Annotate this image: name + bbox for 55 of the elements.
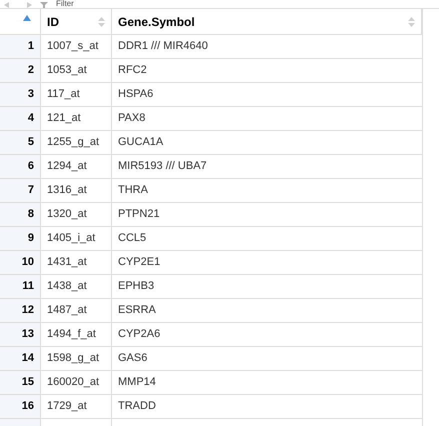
table-cell: 1431_at <box>41 251 112 274</box>
table-cell-text: GUCA1A <box>117 135 164 150</box>
column-header[interactable]: ID <box>41 9 112 34</box>
filter-icon[interactable] <box>40 2 48 8</box>
row-number: 5 <box>0 131 41 154</box>
table-cell: 1598_g_at <box>41 347 112 370</box>
filter-label[interactable]: Filter <box>56 0 74 8</box>
table-cell: 1405_i_at <box>41 227 112 250</box>
row-number: 4 <box>0 107 41 130</box>
row-number: 10 <box>0 251 41 274</box>
table-cell: 1729_at <box>41 395 112 418</box>
sort-icon[interactable] <box>408 16 415 26</box>
table-cell-text: PAX8 <box>117 111 146 126</box>
sort-icon[interactable] <box>98 16 105 26</box>
row-number: 2 <box>0 59 41 82</box>
row-number: 15 <box>0 371 41 394</box>
table-cell-text: MMP14 <box>117 375 157 390</box>
table-cell-text: THRA <box>117 183 149 198</box>
table-cell-text: TRADD <box>117 399 157 414</box>
table-cell-text: PTPN21 <box>117 207 161 222</box>
row-number: 6 <box>0 155 41 178</box>
table-cell-text: HSPA6 <box>117 87 154 102</box>
row-number: 7 <box>0 179 41 202</box>
table-cell: 1438_at <box>41 275 112 298</box>
table-cell-text: CCL5 <box>117 231 148 246</box>
row-number: 14 <box>0 347 41 370</box>
table-cell-text: CYP2E1 <box>117 255 162 270</box>
table-cell: 1255_g_at <box>41 131 112 154</box>
sort-ascending-icon[interactable] <box>23 15 31 21</box>
row-number: 12 <box>0 299 41 322</box>
table-cell: 117_at <box>41 83 112 106</box>
table-cell: 1320_at <box>41 203 112 226</box>
table-cell: 1494_f_at <box>41 323 112 346</box>
table-cell-text: CYP2A6 <box>117 327 162 342</box>
table-cell: 1487_at <box>41 299 112 322</box>
table-cell: 1316_at <box>41 179 112 202</box>
column-header[interactable]: Gene.Symbol <box>112 9 422 34</box>
table-cell: 1294_at <box>41 155 112 178</box>
row-number: 9 <box>0 227 41 250</box>
row-number: 8 <box>0 203 41 226</box>
table-cell: 160020_at <box>41 371 112 394</box>
table-cell-text: DDR1 /// MIR4640 <box>117 39 209 54</box>
row-number: 11 <box>0 275 41 298</box>
table-cell: 121_at <box>41 107 112 130</box>
row-number: 16 <box>0 395 41 418</box>
row-number: 3 <box>0 83 41 106</box>
table-cell-text: MIR5193 /// UBA7 <box>117 159 208 174</box>
row-number: 1 <box>0 35 41 58</box>
table-cell: 1053_at <box>41 59 112 82</box>
table-cell-text: ESRRA <box>117 303 157 318</box>
table-cell-text: GAS6 <box>117 351 148 366</box>
table-cell-text: RFC2 <box>117 63 148 78</box>
table-cell-text: EPHB3 <box>117 279 156 294</box>
row-number: 13 <box>0 323 41 346</box>
table-cell: 1007_s_at <box>41 35 112 58</box>
